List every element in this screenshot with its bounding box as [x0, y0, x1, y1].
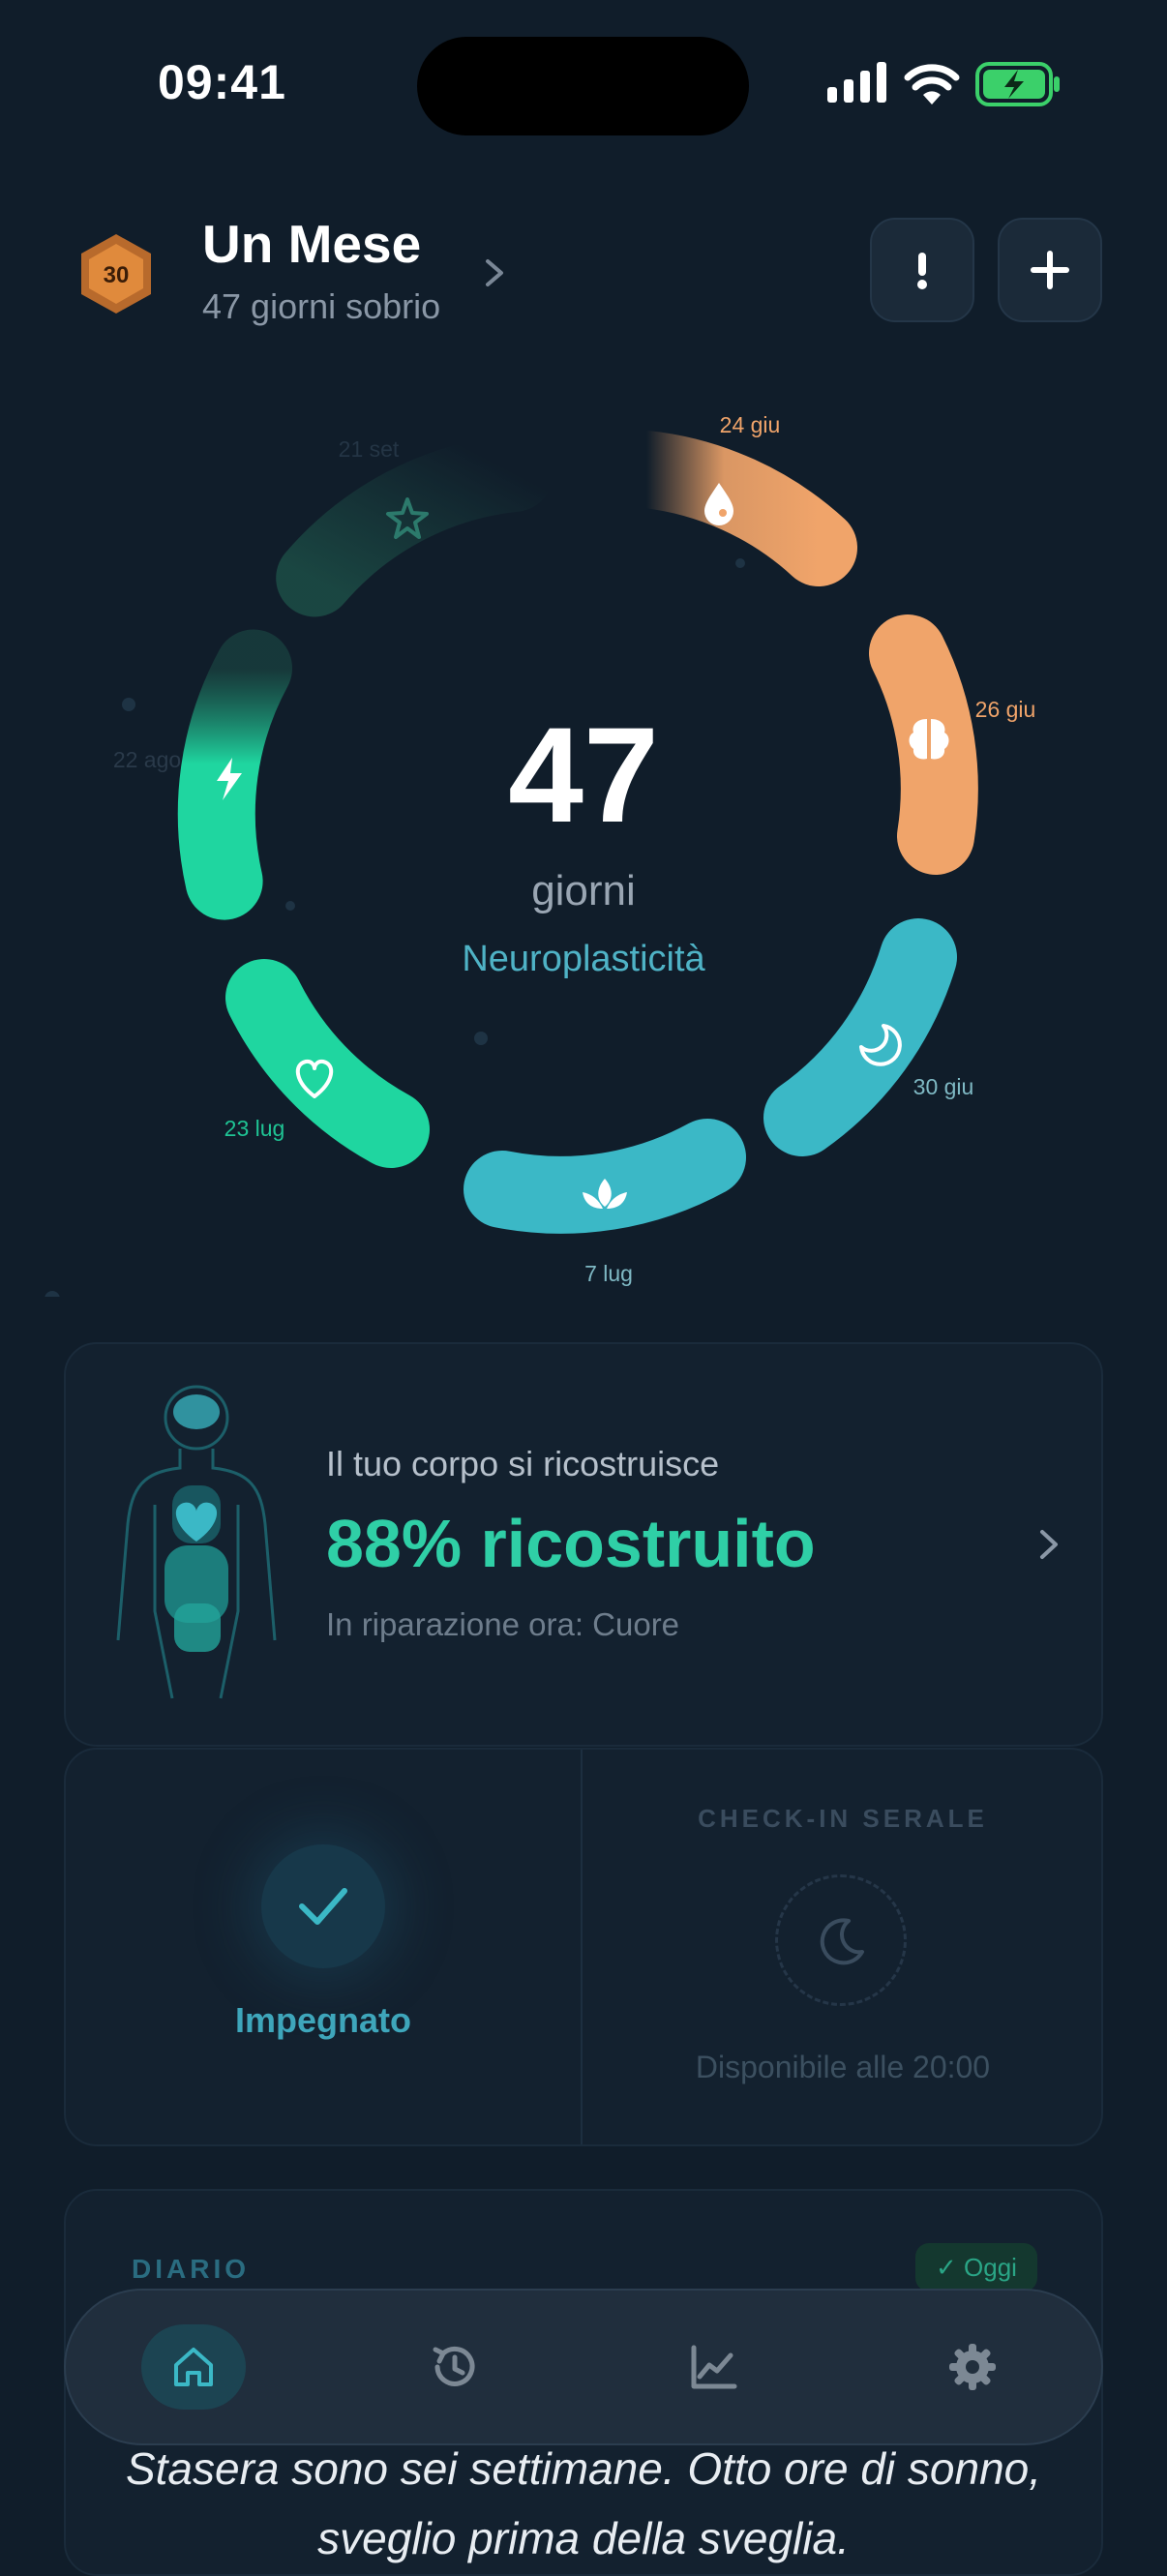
decor-dot — [735, 558, 745, 568]
page-subtitle: 47 giorni sobrio — [202, 286, 441, 326]
milestone-badge-icon: 30 — [81, 234, 151, 314]
status-time: 09:41 — [158, 55, 286, 109]
decor-dot — [45, 1291, 60, 1297]
tab-home[interactable] — [141, 2324, 246, 2410]
milestone-date-label: 21 set — [339, 436, 400, 462]
milestone-date-label: 30 giu — [913, 1074, 974, 1099]
badge-number: 30 — [104, 262, 130, 288]
wifi-icon — [904, 64, 960, 105]
gear-icon — [949, 2344, 996, 2390]
diary-today-badge: ✓ Oggi — [915, 2243, 1037, 2291]
dynamic-island — [417, 37, 749, 135]
segment-moon — [763, 918, 957, 1156]
milestone-date-label: 24 giu — [720, 412, 781, 437]
evening-checkin-availability: Disponibile alle 20:00 — [695, 2050, 991, 2084]
checkmark-icon — [299, 1888, 347, 1925]
milestone-date-label: 22 ago — [113, 747, 181, 772]
current-phase[interactable]: Neuroplasticità — [390, 939, 777, 980]
evening-checkin-title: CHECK-IN SERALE — [698, 1804, 988, 1833]
chevron-right-icon[interactable] — [1034, 1524, 1063, 1565]
commit-status-label: Impegnato — [234, 2000, 411, 2040]
exclamation-icon — [917, 253, 927, 289]
body-card-pretitle: Il tuo corpo si ricostruisce — [326, 1444, 720, 1483]
alert-button[interactable] — [870, 218, 974, 322]
days-unit: giorni — [531, 867, 636, 914]
decor-dot — [285, 901, 295, 911]
milestone-date-label: 23 lug — [224, 1116, 285, 1141]
add-button[interactable] — [998, 218, 1102, 322]
tab-history[interactable] — [401, 2324, 505, 2410]
diary-label: DIARIO — [132, 2254, 250, 2284]
moon-icon — [820, 1918, 864, 1965]
body-silhouette-icon — [116, 1385, 277, 1699]
decor-dot — [474, 1032, 488, 1045]
chart-icon — [691, 2345, 737, 2389]
commit-button[interactable] — [261, 1844, 385, 1968]
signal-icon — [827, 62, 886, 103]
body-rebuild-percent: 88% ricostruito — [326, 1506, 816, 1581]
tab-settings[interactable] — [920, 2324, 1025, 2410]
plus-icon — [1031, 251, 1069, 289]
tab-stats[interactable] — [661, 2324, 765, 2410]
days-count: 47 — [508, 699, 659, 851]
history-icon — [433, 2346, 475, 2386]
decor-dot — [122, 698, 135, 711]
diary-entry-text: Stasera sono sei settimane. Otto ore di … — [125, 2443, 1042, 2563]
milestone-date-label: 26 giu — [975, 697, 1036, 722]
chevron-right-icon[interactable] — [480, 254, 509, 292]
battery-icon — [975, 62, 1060, 106]
home-icon — [174, 2348, 213, 2386]
page-title[interactable]: Un Mese — [202, 213, 421, 275]
body-repair-status: In riparazione ora: Cuore — [326, 1606, 680, 1642]
evening-checkin-button[interactable] — [775, 1874, 907, 2006]
milestone-date-label: 7 lug — [584, 1261, 633, 1286]
